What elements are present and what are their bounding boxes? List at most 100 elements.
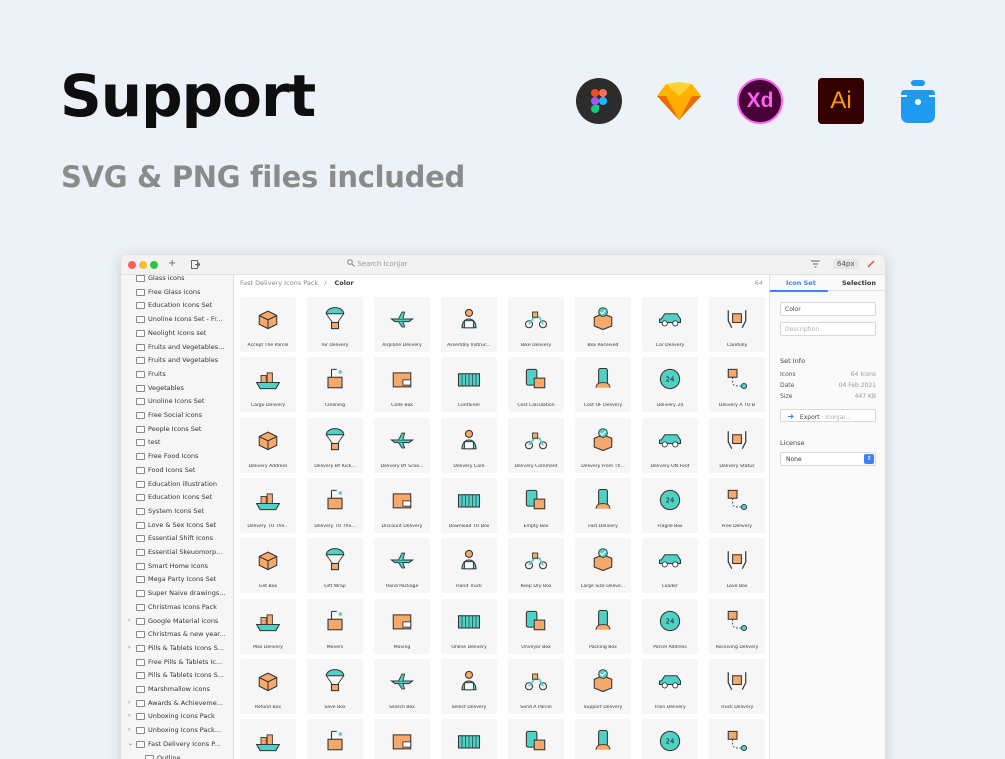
sidebar-item[interactable]: Free Glass icons [121, 286, 233, 299]
sidebar-item[interactable]: Essential Shift Icons [121, 532, 233, 545]
sidebar-item[interactable]: Free Pills & Tablets Ic... [121, 656, 233, 669]
icon-tile[interactable]: Airplane Delivery [374, 297, 430, 352]
sidebar-item[interactable]: Education illustration [121, 478, 233, 491]
sidebar-item[interactable]: Essential Skeuomorp... [121, 546, 233, 559]
icon-tile[interactable]: Cost Calculation [508, 357, 564, 413]
sidebar-item[interactable]: Mega Party Icons Set [121, 573, 233, 586]
icon-tile[interactable]: Car Delivery [642, 297, 698, 352]
icon-tile[interactable]: Delivery A TO B [709, 357, 765, 413]
icon-tile[interactable]: Select Delivery [441, 658, 497, 714]
icon-tile[interactable] [575, 719, 631, 759]
icon-tile[interactable]: Free Delivery [709, 477, 765, 533]
icon-tile[interactable]: Refund Box [240, 658, 296, 714]
icon-tile[interactable] [374, 719, 430, 759]
icon-tile[interactable]: Delivery Care [441, 417, 497, 473]
icon-tile[interactable] [508, 719, 564, 759]
icon-tile[interactable]: Delivery Address [240, 417, 296, 473]
icon-tile[interactable]: Fast Delivery [575, 477, 631, 533]
icon-tile[interactable]: Search Box [374, 658, 430, 714]
sidebar-item[interactable]: Marshmallow icons [121, 683, 233, 696]
icon-tile[interactable]: 24 Parcel Address [642, 598, 698, 654]
sidebar-item[interactable]: Pills & Tablets Icons S... [121, 669, 233, 682]
icon-tile[interactable]: 24 Delivery 24 [642, 357, 698, 413]
sidebar-item[interactable]: ⌄ Fast Delivery Icons P... [121, 738, 233, 751]
icon-tile[interactable]: Onveyor Box [508, 598, 564, 654]
icon-tile[interactable]: Delivery BY Kick... [307, 417, 363, 473]
disclosure-icon[interactable]: › [128, 712, 130, 719]
sidebar-item[interactable]: Education Icons Set [121, 299, 233, 312]
search-input[interactable]: Search IconJar [347, 259, 407, 268]
icon-tile[interactable] [709, 719, 765, 759]
set-name-field[interactable]: Color [780, 302, 876, 316]
icon-tile[interactable]: Gift Wrap [307, 538, 363, 594]
disclosure-icon[interactable]: › [128, 699, 130, 706]
minimize-window-button[interactable] [139, 261, 147, 269]
sidebar-item[interactable]: Christmas & new year... [121, 628, 233, 641]
icon-tile[interactable]: Cost OF Delivery [575, 357, 631, 413]
icon-tile[interactable]: Download TO Box [441, 477, 497, 533]
maximize-window-button[interactable] [150, 261, 158, 269]
sidebar-item[interactable]: Fruits [121, 368, 233, 381]
sidebar-item[interactable]: › Pills & Tablets Icons S... [121, 642, 233, 655]
sidebar-item[interactable]: People Icons Set [121, 423, 233, 436]
icon-tile[interactable]: Air Delivery [307, 297, 363, 352]
icon-tile[interactable] [307, 719, 363, 759]
sidebar-item[interactable]: › Google Material icons [121, 615, 233, 628]
license-select[interactable]: None ⇕ [780, 452, 876, 466]
icon-tile[interactable]: 24 Fragile Box [642, 477, 698, 533]
icon-tile[interactable]: Delivery Status [709, 417, 765, 473]
icon-tile[interactable]: Save Box [307, 658, 363, 714]
icon-tile[interactable]: Discount Delivery [374, 477, 430, 533]
disclosure-icon[interactable]: › [128, 644, 130, 651]
icon-tile[interactable]: Movers [307, 598, 363, 654]
icon-tile[interactable] [441, 719, 497, 759]
icon-tile[interactable]: 24 [642, 719, 698, 759]
sidebar-item[interactable]: Free Food Icons [121, 450, 233, 463]
description-field[interactable]: Description [780, 322, 876, 336]
tab-icon-set[interactable]: Icon Set [786, 279, 816, 287]
close-window-button[interactable] [128, 261, 136, 269]
sidebar-item[interactable]: System Icons Set [121, 505, 233, 518]
icon-tile[interactable]: Code Box [374, 357, 430, 413]
sidebar-item[interactable]: › Unboxing Icons Pack [121, 710, 233, 723]
icon-tile[interactable] [240, 719, 296, 759]
icon-tile[interactable]: Hand Package [374, 538, 430, 594]
disclosure-icon[interactable]: › [128, 726, 130, 733]
icon-tile[interactable]: Delivery ON Foot [642, 417, 698, 473]
icon-tile[interactable]: Hand Truck [441, 538, 497, 594]
sidebar-item[interactable]: Outline [121, 752, 233, 759]
icon-tile[interactable]: Container [441, 357, 497, 413]
sidebar-item[interactable]: › Awards & Achieveme... [121, 697, 233, 710]
add-icon[interactable]: + [168, 258, 176, 269]
icon-tile[interactable]: Delivery From Th... [575, 417, 631, 473]
icon-tile[interactable]: Truck Delivery [709, 658, 765, 714]
icon-tile[interactable]: Delivery TO The... [307, 477, 363, 533]
sidebar-item[interactable]: Food Icons Set [121, 464, 233, 477]
icon-tile[interactable]: Send A Parcel [508, 658, 564, 714]
icon-tile[interactable]: Get Box [240, 538, 296, 594]
icon-tile[interactable]: Large Size Delive... [575, 538, 631, 594]
icon-tile[interactable]: Moving [374, 598, 430, 654]
sidebar-item[interactable]: Unoline Icons Set [121, 395, 233, 408]
sidebar-item[interactable]: Glass icons [121, 275, 233, 285]
icon-tile[interactable]: Love Box [709, 538, 765, 594]
sidebar-item[interactable]: Fruits and Vegetables [121, 354, 233, 367]
disclosure-icon[interactable]: ⌄ [128, 740, 133, 747]
icon-tile[interactable]: Bike Delivery [508, 297, 564, 352]
icon-tile[interactable]: Mail Delivery [240, 598, 296, 654]
edit-icon[interactable] [867, 260, 875, 271]
filter-icon[interactable] [811, 260, 820, 271]
sidebar-item[interactable]: Love & Sex Icons Set [121, 519, 233, 532]
tab-selection[interactable]: Selection [842, 279, 876, 287]
sidebar-item[interactable]: Fruits and Vegetables... [121, 341, 233, 354]
icon-tile[interactable]: Box Received [575, 297, 631, 352]
icon-tile[interactable]: Delivery Comment [508, 417, 564, 473]
icon-tile[interactable]: Train Delivery [642, 658, 698, 714]
sidebar-item[interactable]: Education Icons Set [121, 491, 233, 504]
icon-tile[interactable]: Cleaning [307, 357, 363, 413]
sidebar-item[interactable]: Free Social icons [121, 409, 233, 422]
icon-tile[interactable]: Packing Box [575, 598, 631, 654]
icon-tile[interactable]: Keep Dry Box [508, 538, 564, 594]
sidebar-item[interactable]: Unoline Icons Set - Fr... [121, 313, 233, 326]
sidebar-item[interactable]: Super Naive drawings... [121, 587, 233, 600]
